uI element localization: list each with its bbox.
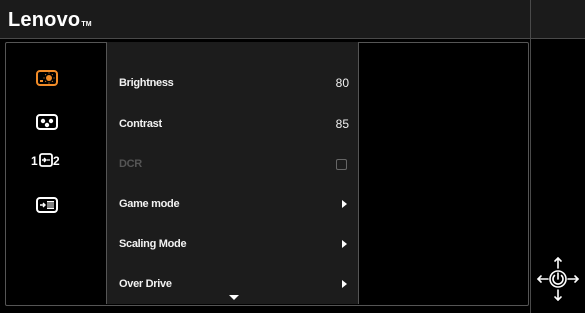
- dcr-row: DCR: [119, 155, 349, 175]
- dcr-checkbox: [336, 159, 347, 170]
- over-drive-label: Over Drive: [119, 278, 172, 290]
- brightness-label: Brightness: [119, 77, 174, 89]
- input-label-2: 2: [53, 154, 60, 168]
- navigation-joystick-icon: [536, 256, 580, 302]
- settings-panel: Brightness 80 Contrast 85 DCR Game mode …: [106, 42, 359, 304]
- brightness-contrast-icon: [36, 70, 58, 86]
- category-sidebar: 1 2: [5, 42, 105, 304]
- scaling-mode-label: Scaling Mode: [119, 238, 187, 250]
- input-label-1: 1: [31, 154, 38, 168]
- monitor-osd: LenovoTM 1 2 Brightness 80 Contrast 85 D…: [0, 0, 585, 313]
- chevron-right-icon: [342, 280, 347, 288]
- over-drive-row[interactable]: Over Drive: [119, 275, 349, 295]
- input-source-icon: 1 2: [31, 153, 60, 168]
- chevron-right-icon: [342, 240, 347, 248]
- right-bar-header: [531, 0, 585, 39]
- dcr-label: DCR: [119, 158, 142, 170]
- lenovo-logo: LenovoTM: [8, 9, 92, 31]
- sidebar-item-input[interactable]: 1 2: [31, 150, 61, 170]
- menu-settings-icon: [36, 197, 58, 213]
- contrast-value: 85: [335, 117, 349, 131]
- sidebar-item-picture[interactable]: [35, 68, 59, 88]
- brightness-value: 80: [335, 76, 349, 90]
- chevron-right-icon: [342, 200, 347, 208]
- osd-header: LenovoTM: [0, 0, 530, 39]
- contrast-label: Contrast: [119, 118, 162, 130]
- game-mode-label: Game mode: [119, 198, 180, 210]
- submenu-panel: [358, 42, 527, 304]
- brightness-row[interactable]: Brightness 80: [119, 74, 349, 94]
- contrast-row[interactable]: Contrast 85: [119, 115, 349, 135]
- game-mode-row[interactable]: Game mode: [119, 195, 349, 215]
- sidebar-item-menu[interactable]: [35, 195, 59, 215]
- color-palette-icon: [36, 114, 58, 130]
- scroll-down-icon[interactable]: [229, 295, 239, 300]
- sidebar-item-color[interactable]: [35, 112, 59, 132]
- scaling-mode-row[interactable]: Scaling Mode: [119, 235, 349, 255]
